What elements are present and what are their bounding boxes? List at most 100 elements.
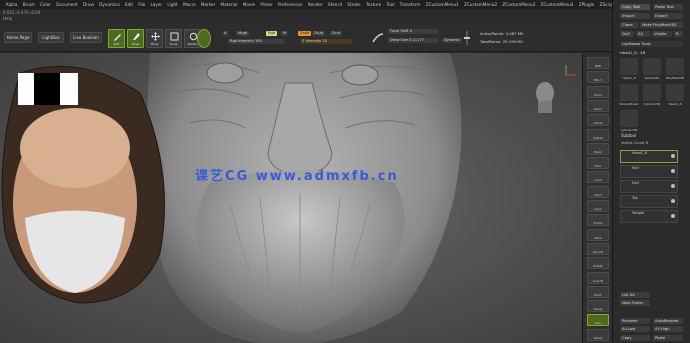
view-tool-button[interactable]: Actual [587,114,609,127]
visibility-eye-icon[interactable] [671,184,675,188]
all-high-button[interactable]: All High [653,326,683,332]
scale-button[interactable]: Scale [165,29,182,48]
lightbox-tools-button[interactable]: Lightbox▸ Tools [620,41,683,47]
draw-size-slider[interactable]: Draw Size 0.11177 [388,38,438,43]
live-boolean-button[interactable]: Live Boolean [70,32,102,43]
tool-thumbnail[interactable]: Cylinder3D [620,110,638,132]
subtool-header[interactable]: Subtool [621,133,636,138]
paste-button[interactable]: Paste [653,335,683,341]
menu-item[interactable]: Movie [240,2,258,7]
import-button[interactable]: Import [620,13,650,19]
zsub-button[interactable]: Zsub [312,31,325,36]
view-tool-button[interactable]: SPix 3 [587,71,609,84]
menu-item[interactable]: Light [165,2,181,7]
view-tool-button[interactable]: BPR [587,57,609,69]
view-tool-button[interactable]: Local [587,171,609,184]
zcut-button[interactable]: Zcut [330,31,343,36]
a-toggle[interactable]: A [222,31,229,36]
material-sphere[interactable] [197,29,211,48]
menu-item[interactable]: Stencil [325,2,344,7]
menu-item[interactable]: Dynamics [97,2,123,7]
view-tool-button[interactable]: AAHalf [587,128,609,141]
menu-item[interactable]: Picker [258,2,276,7]
view-tool-button[interactable]: ZoomD [587,242,609,255]
goz-button[interactable]: GoZ [620,31,634,37]
z-intensity-slider[interactable]: Z Intensity 25 [300,39,352,44]
view-tool-button[interactable]: Floor [587,157,609,170]
menu-item[interactable]: ZCustomMenu4 [538,2,576,7]
menu-item[interactable]: Texture [363,2,384,7]
tool-thumbnail[interactable]: PolyMesh3D [666,58,684,80]
tool-thumbnail[interactable]: Sphere3D [643,58,661,80]
brush-stroke-icon[interactable] [372,32,384,44]
menu-item[interactable]: Document [54,2,81,7]
all-low-button[interactable]: All Low [620,326,650,332]
zadd-button[interactable]: Zadd [298,31,312,36]
view-tool-button[interactable]: Line Fill [587,271,609,284]
view-tool-button[interactable]: Xpose [587,328,609,341]
view-tool-button[interactable]: Persp [587,142,609,155]
subtool-item[interactable]: Hair [620,165,678,178]
canvas-viewport[interactable]: 课艺CG www.admxfb.cn [0,53,582,343]
visibility-eye-icon[interactable] [671,199,675,203]
view-tool-button[interactable]: PolyF [587,285,609,298]
tool-thumbnail[interactable]: Cylinder3D [643,84,661,106]
visibility-eye-icon[interactable] [671,169,675,173]
view-tool-button[interactable]: Zoom [587,99,609,112]
view-tool-button[interactable]: Move [587,228,609,241]
view-tool-button[interactable]: Frame [587,214,609,227]
rgb-intensity-slider[interactable]: Rgb Intensity 100 [228,39,284,44]
menu-item[interactable]: Transform [397,2,423,7]
dynamic-button[interactable]: Dynamic [442,38,462,43]
menu-item[interactable]: Macro [180,2,198,7]
menu-item[interactable]: ZCustomMenu2 [461,2,499,7]
tool-thumbnail[interactable]: Head1_8 [666,84,684,106]
view-tool-button[interactable]: LSym [587,185,609,198]
m-button[interactable]: M [281,31,289,36]
list-all-button[interactable]: List All [620,292,650,298]
menu-item[interactable]: Marker [198,2,218,7]
subtool-item[interactable]: Hair [620,180,678,193]
visibility-eye-icon[interactable] [671,154,675,158]
paste-tool-button[interactable]: Paste Tool [653,4,683,10]
menu-item[interactable]: ZCustomMenu3 [500,2,538,7]
subtool-item[interactable]: Temple [620,210,678,223]
rename-button[interactable]: Rename [620,318,650,324]
make-polymesh-button[interactable]: Make PolyMesh3D [640,22,683,28]
menu-item[interactable]: ZPlugin [576,2,597,7]
new-folder-button[interactable]: New Folder [620,300,650,306]
tool-thumbnail[interactable]: Head1_8 [620,58,638,80]
help-label[interactable]: Help [3,16,12,21]
menu-item[interactable]: ZCustomMenu1 [423,2,461,7]
subtool-item[interactable]: Top [620,195,678,208]
view-tool-button[interactable]: Rotate [587,257,609,270]
subtool-item[interactable]: Head1_8 [620,150,678,163]
visibility-eye-icon[interactable] [671,214,675,218]
autoreorder-button[interactable]: AutoReorder [653,318,683,324]
view-tool-button[interactable]: Solo [587,314,609,327]
draw-button[interactable]: Draw [127,29,144,48]
menu-item[interactable]: Material [218,2,240,7]
lightbox-button[interactable]: LightBox [38,32,64,43]
rgb-button[interactable]: Rgb [266,31,278,36]
r-button[interactable]: R [674,31,683,37]
menu-item[interactable]: Layer [148,2,165,7]
menu-item[interactable]: Render [305,2,325,7]
view-tool-button[interactable]: Scroll [587,85,609,98]
mrgb-button[interactable]: Mrgb [236,31,250,36]
view-tool-button[interactable]: Transp [587,300,609,313]
menu-item[interactable]: Stroke [345,2,364,7]
menu-item[interactable]: Alpha [3,2,20,7]
move-button[interactable]: Move [146,29,163,48]
copy-button[interactable]: Copy [620,335,650,341]
home-page-button[interactable]: Home Page [4,32,32,43]
tool-thumbnail[interactable]: SimpleBrush [620,84,638,106]
menu-item[interactable]: Draw [80,2,96,7]
copy-tool-button[interactable]: Copy Tool [620,4,650,10]
view-tool-button[interactable]: Gxyz [587,200,609,212]
all-button[interactable]: All [636,31,650,37]
menu-item[interactable]: File [136,2,148,7]
edit-button[interactable]: Edit [108,29,125,48]
focal-shift-slider[interactable]: Focal Shift 0 [388,29,438,34]
menu-item[interactable]: Tool [384,2,397,7]
